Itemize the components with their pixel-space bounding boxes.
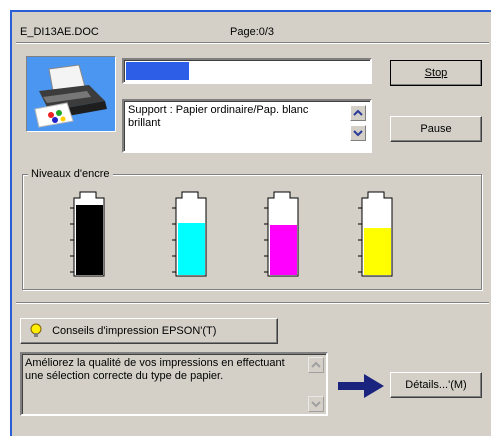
lightbulb-icon <box>30 323 42 338</box>
scroll-up-icon <box>353 109 363 116</box>
lower-separator <box>16 302 489 304</box>
tip-scroll-down-icon <box>311 401 321 408</box>
tip-scroll-up-button[interactable] <box>308 357 324 373</box>
scroll-down-icon <box>353 130 363 137</box>
epson-tips-button[interactable]: Conseils d'impression EPSON'(T) <box>20 318 278 344</box>
pause-button[interactable]: Pause <box>390 116 482 142</box>
tip-scroll-up-icon <box>311 361 321 368</box>
cyan-ink-cartridge-level <box>178 223 205 275</box>
yellow-ink-cartridge-level <box>364 228 391 275</box>
stop-button[interactable]: Stop <box>390 60 482 86</box>
stop-button-label: Stop <box>424 67 448 79</box>
print-progress-bar <box>122 58 372 84</box>
tip-scroll-down-button[interactable] <box>308 396 324 412</box>
ink-levels-label: Niveaux d'encre <box>28 168 113 180</box>
printer-icon <box>26 56 116 132</box>
magenta-ink-cartridge-level <box>270 225 297 275</box>
tip-text: Améliorez la qualité de vos impressions … <box>25 357 285 382</box>
details-button[interactable]: Détails...'(M) <box>390 372 482 398</box>
header-separator <box>16 42 489 44</box>
tip-text-box: Améliorez la qualité de vos impressions … <box>20 352 328 416</box>
progress-meter-window: E_DI13AE.DOC Page:0/3 Support : Papier o… <box>10 10 491 436</box>
pause-button-label: Pause <box>420 123 452 135</box>
epson-tips-label: Conseils d'impression EPSON'(T) <box>52 325 217 337</box>
media-type-box: Support : Papier ordinaire/Pap. blanc br… <box>122 99 372 153</box>
yellow-ink-cartridge <box>358 190 394 278</box>
magenta-ink-cartridge <box>264 190 300 278</box>
page-status: Page:0/3 <box>230 26 275 38</box>
details-button-label: Détails...'(M) <box>405 379 467 391</box>
scroll-down-button[interactable] <box>350 125 366 141</box>
document-filename: E_DI13AE.DOC <box>20 26 99 38</box>
progress-fill <box>126 62 189 80</box>
black-ink-cartridge-level <box>76 205 103 275</box>
cyan-ink-cartridge <box>172 190 208 278</box>
media-type-text: Support : Papier ordinaire/Pap. blanc br… <box>128 104 309 129</box>
scroll-up-button[interactable] <box>350 105 366 121</box>
right-arrow-icon <box>338 374 384 398</box>
black-ink-cartridge <box>70 190 106 278</box>
